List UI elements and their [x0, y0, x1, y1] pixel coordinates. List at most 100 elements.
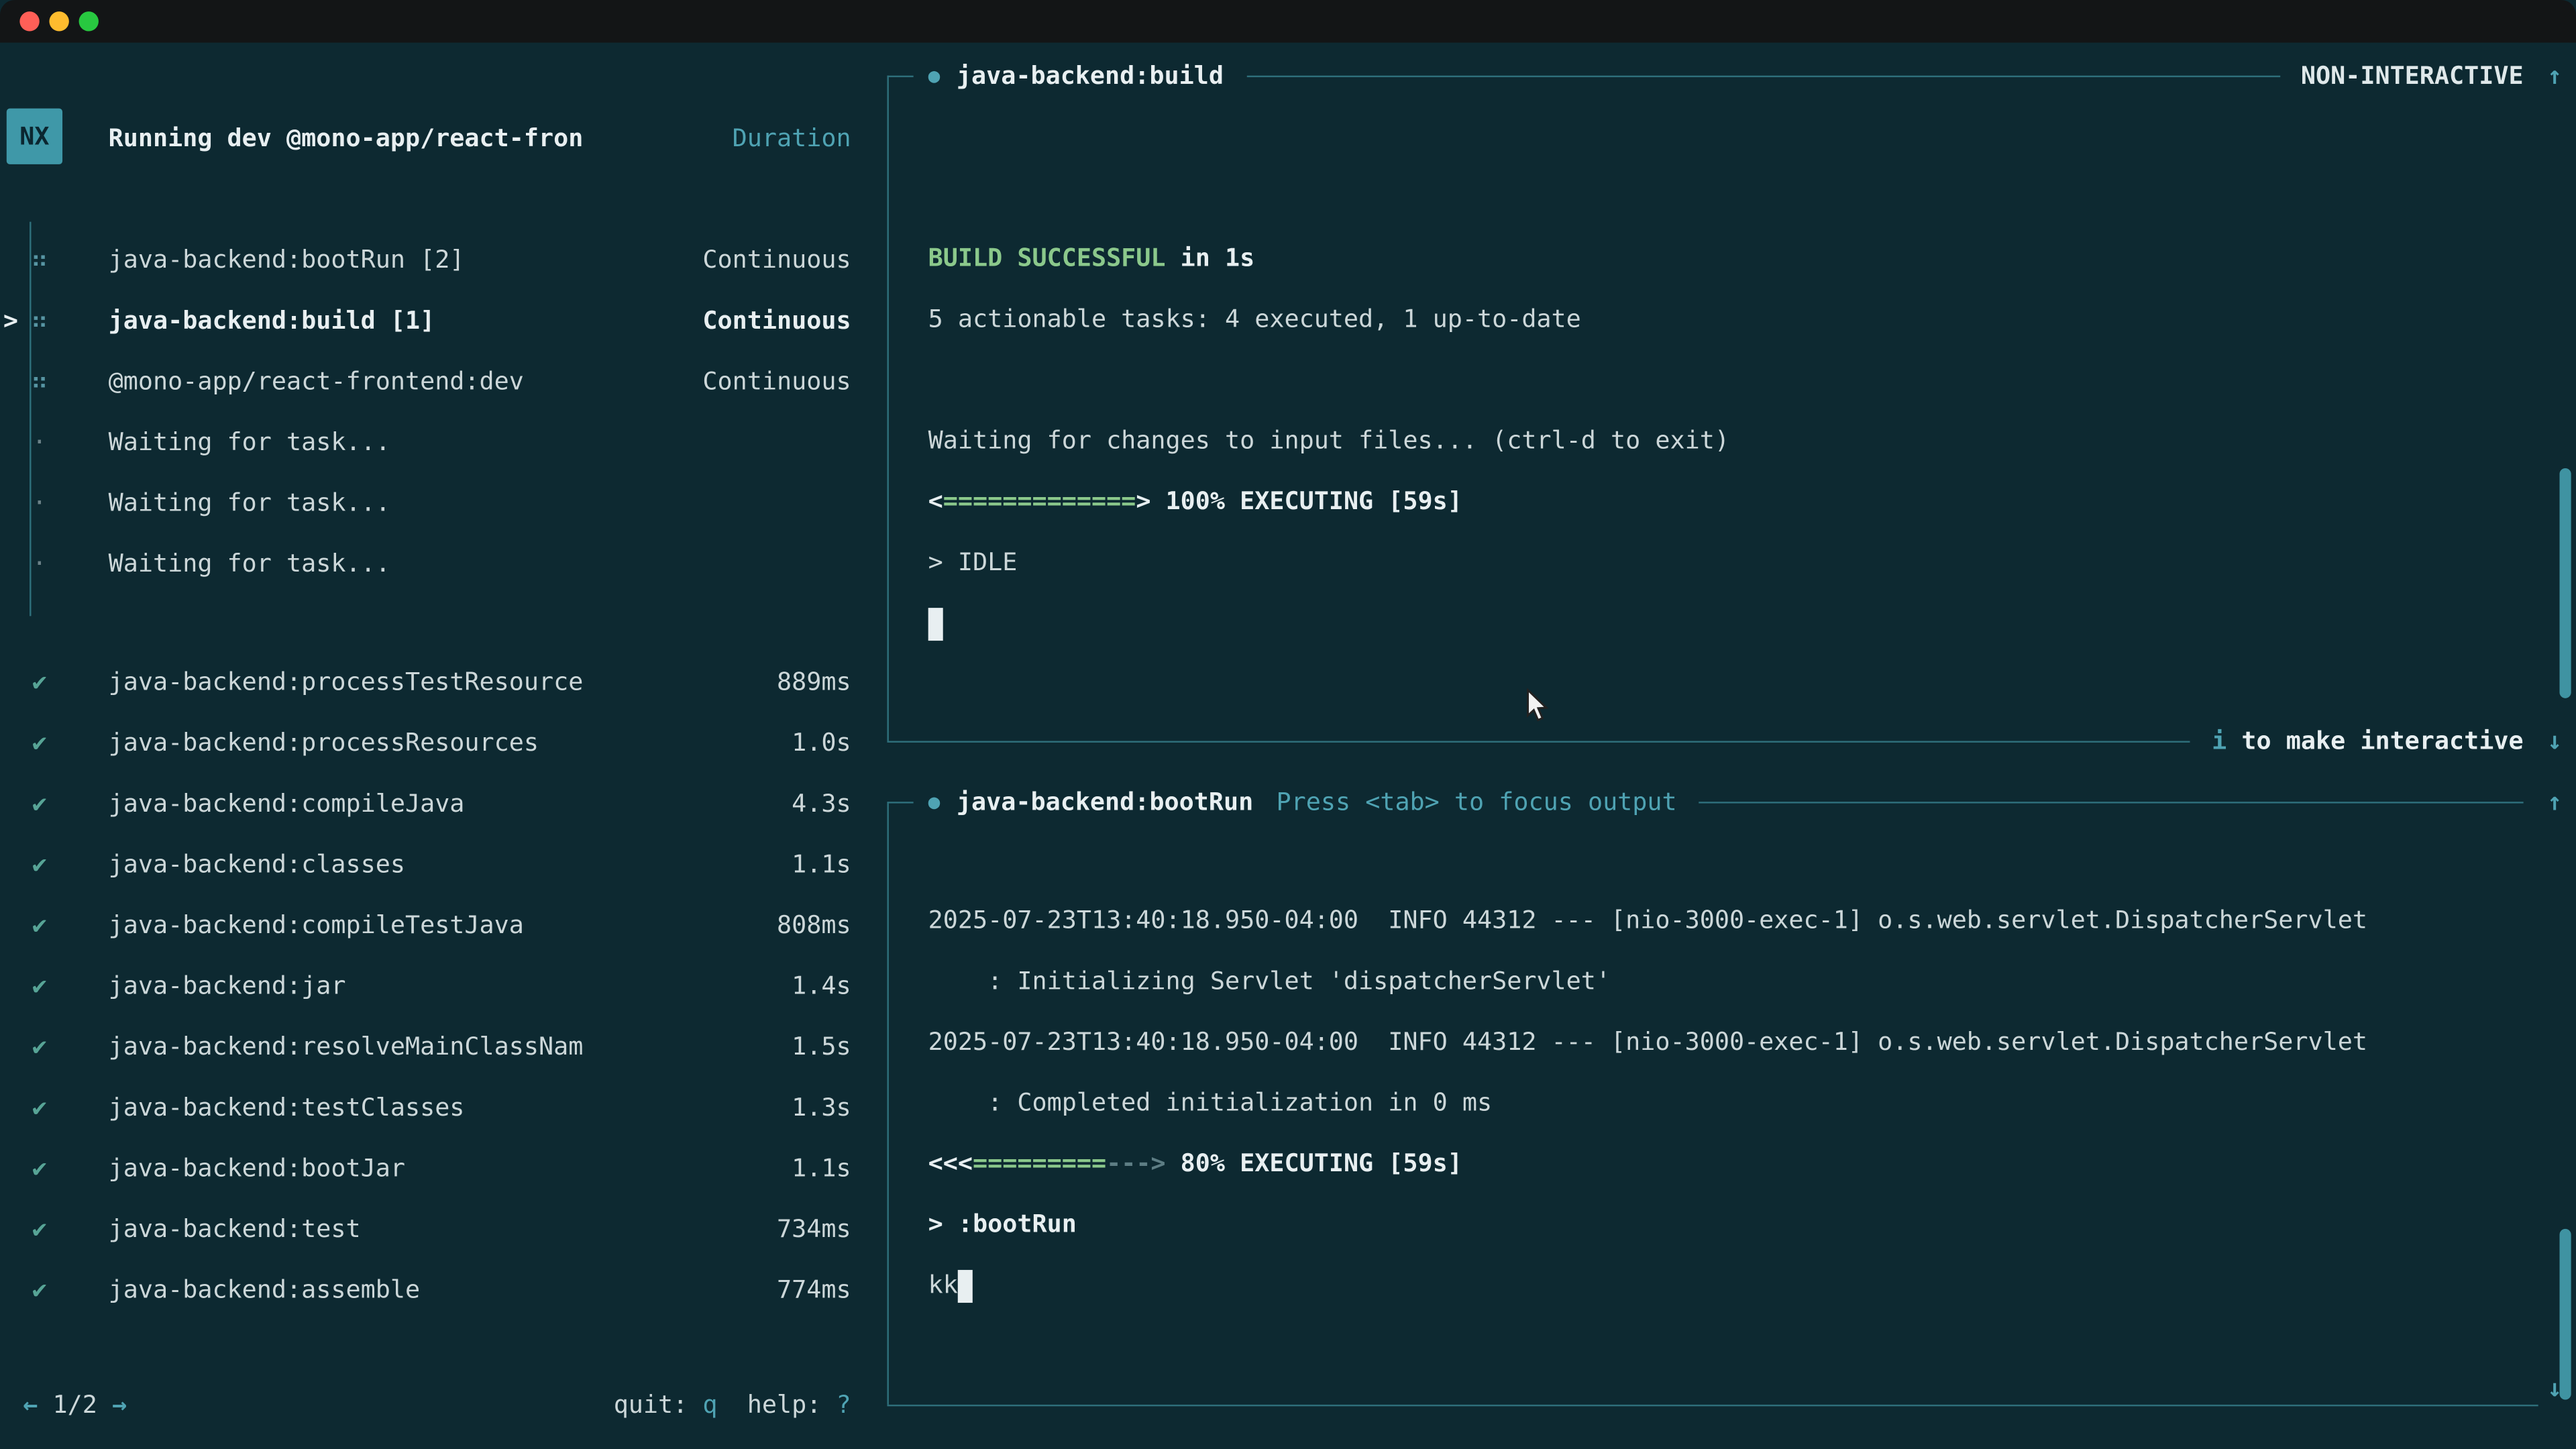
task-label: @mono-app/react-frontend:dev — [109, 366, 703, 395]
run-title: Running dev @mono-app/react-fron — [109, 120, 733, 156]
task-row-done[interactable]: ✔ java-backend:processResources 1.0s — [0, 711, 871, 772]
task-row-waiting[interactable]: · Waiting for task... — [0, 472, 871, 533]
task-row-done[interactable]: ✔ java-backend:test 734ms — [0, 1197, 871, 1258]
task-label: java-backend:test — [109, 1214, 777, 1243]
terminal-window: NX Running dev @mono-app/react-fron Dura… — [0, 0, 2576, 1449]
check-icon: ✔ — [23, 910, 56, 939]
task-label: java-backend:processResources — [109, 727, 792, 757]
task-label: Waiting for task... — [109, 548, 851, 578]
task-row-bootrun[interactable]: ⠶ java-backend:bootRun [2] Continuous — [0, 228, 871, 289]
build-scroll-down-arrow[interactable]: ↓ — [2536, 723, 2573, 759]
task-row-frontend-dev[interactable]: ⠶ @mono-app/react-frontend:dev Continuou… — [0, 350, 871, 411]
border-rule — [1699, 801, 2524, 802]
task-label: java-backend:bootRun [2] — [109, 244, 703, 274]
idle-line: > IDLE — [928, 532, 2546, 593]
border-segment — [887, 74, 913, 76]
task-row-done[interactable]: ✔ java-backend:testClasses 1.3s — [0, 1076, 871, 1137]
non-interactive-badge: NON-INTERACTIVE — [2301, 61, 2524, 91]
task-label: java-backend:testClasses — [109, 1091, 792, 1121]
zoom-window-button[interactable] — [79, 11, 99, 31]
task-row-done[interactable]: ✔ java-backend:jar 1.4s — [0, 955, 871, 1016]
close-window-button[interactable] — [19, 11, 39, 31]
spinner-icon: ⠶ — [23, 366, 56, 395]
completed-task-list: ✔ java-backend:processTestResource 889ms… — [0, 651, 871, 1320]
task-duration: 1.1s — [792, 849, 851, 878]
progress-status-text: 80% EXECUTING [59s] — [1166, 1148, 1462, 1178]
progress-bar-fill: ========= — [973, 1148, 1106, 1178]
minimize-window-button[interactable] — [49, 11, 68, 31]
typed-input-text: kk — [928, 1270, 958, 1299]
mouse-cursor — [1526, 688, 1549, 722]
build-scrollbar-thumb[interactable] — [2560, 468, 2571, 698]
task-label: java-backend:compileTestJava — [109, 910, 777, 939]
help-hint-label: help: — [718, 1390, 837, 1419]
bootrun-scroll-up-arrow[interactable]: ↑ — [2536, 784, 2573, 820]
task-status: Continuous — [702, 305, 851, 334]
nx-tui: NX Running dev @mono-app/react-fron Dura… — [0, 43, 2576, 1449]
prev-page-arrow-icon[interactable]: ← — [23, 1390, 38, 1419]
interactive-hint: i to make interactive — [2212, 726, 2523, 755]
bootrun-pane-title: java-backend:bootRun — [957, 787, 1253, 816]
bootrun-pane-left-border — [887, 802, 888, 1405]
log-line: : Completed initialization in 0 ms — [928, 1073, 2546, 1134]
log-line: 2025-07-23T13:40:18.950-04:00 INFO 44312… — [928, 890, 2546, 951]
keyboard-hints: quit: q help: ? — [614, 1387, 851, 1423]
task-status: Continuous — [702, 366, 851, 395]
task-label: java-backend:resolveMainClassNam — [109, 1031, 792, 1061]
window-titlebar — [0, 0, 2576, 43]
check-icon: ✔ — [23, 849, 56, 878]
check-icon: ✔ — [23, 1214, 56, 1243]
task-bullet-icon: ● — [928, 790, 941, 813]
task-row-done[interactable]: ✔ java-backend:classes 1.1s — [0, 833, 871, 894]
quit-key: q — [702, 1390, 717, 1419]
task-row-waiting[interactable]: · Waiting for task... — [0, 532, 871, 593]
spinner-icon: ⠶ — [23, 244, 56, 274]
next-page-arrow-icon[interactable]: → — [112, 1390, 127, 1419]
task-label: java-backend:processTestResource — [109, 666, 777, 696]
bootrun-scrollbar-thumb[interactable] — [2560, 1229, 2571, 1400]
task-label: java-backend:compileJava — [109, 788, 792, 817]
task-row-done[interactable]: ✔ java-backend:compileJava 4.3s — [0, 772, 871, 833]
cursor-line — [928, 593, 2546, 654]
waiting-dot-icon: · — [23, 427, 56, 456]
gradle-progress-line: <=============> 100% EXECUTING [59s] — [928, 472, 2546, 533]
spinner-icon: ⠶ — [23, 305, 56, 334]
bootrun-pane-output[interactable]: 2025-07-23T13:40:18.950-04:00 INFO 44312… — [928, 890, 2546, 1316]
blank-line — [928, 350, 2546, 411]
check-icon: ✔ — [23, 788, 56, 817]
task-row-done[interactable]: ✔ java-backend:processTestResource 889ms — [0, 651, 871, 712]
build-pane-title: java-backend:build — [957, 61, 1224, 91]
running-task-list: ⠶ java-backend:bootRun [2] Continuous > … — [0, 228, 871, 593]
page-number: 1/2 — [53, 1390, 97, 1419]
border-segment — [887, 801, 913, 802]
task-label: java-backend:classes — [109, 849, 792, 878]
check-icon: ✔ — [23, 1091, 56, 1121]
check-icon: ✔ — [23, 970, 56, 1000]
task-row-done[interactable]: ✔ java-backend:compileTestJava 808ms — [0, 894, 871, 955]
waiting-dot-icon: · — [23, 487, 56, 517]
task-row-waiting[interactable]: · Waiting for task... — [0, 411, 871, 472]
gradle-progress-line: <<<=========---> 80% EXECUTING [59s] — [928, 1134, 2546, 1195]
check-icon: ✔ — [23, 1274, 56, 1303]
build-scroll-up-arrow[interactable]: ↑ — [2536, 58, 2573, 94]
task-duration: 1.1s — [792, 1152, 851, 1182]
interactive-hint-text: to make interactive — [2226, 726, 2523, 755]
task-bullet-icon: ● — [928, 64, 941, 87]
quit-hint-label: quit: — [614, 1390, 703, 1419]
progress-bar-fill: ============= — [943, 486, 1136, 516]
task-sidebar: NX Running dev @mono-app/react-fron Dura… — [0, 43, 871, 1449]
build-pane-output[interactable]: BUILD SUCCESSFUL in 1s 5 actionable task… — [928, 228, 2546, 653]
task-row-done[interactable]: ✔ java-backend:bootJar 1.1s — [0, 1137, 871, 1198]
task-label: Waiting for task... — [109, 427, 851, 456]
check-icon: ✔ — [23, 1152, 56, 1182]
task-row-done[interactable]: ✔ java-backend:assemble 774ms — [0, 1258, 871, 1320]
task-row-build-selected[interactable]: > ⠶ java-backend:build [1] Continuous — [0, 289, 871, 350]
sidebar-footer: ← 1/2 → quit: q help: ? — [0, 1387, 871, 1423]
check-icon: ✔ — [23, 1031, 56, 1061]
check-icon: ✔ — [23, 727, 56, 757]
progress-open: <<< — [928, 1148, 973, 1178]
duration-column-header: Duration — [733, 120, 851, 156]
task-row-done[interactable]: ✔ java-backend:resolveMainClassNam 1.5s — [0, 1015, 871, 1076]
build-pane-footer: i to make interactive — [887, 723, 2523, 759]
bootrun-pane-footer — [887, 1387, 2538, 1423]
